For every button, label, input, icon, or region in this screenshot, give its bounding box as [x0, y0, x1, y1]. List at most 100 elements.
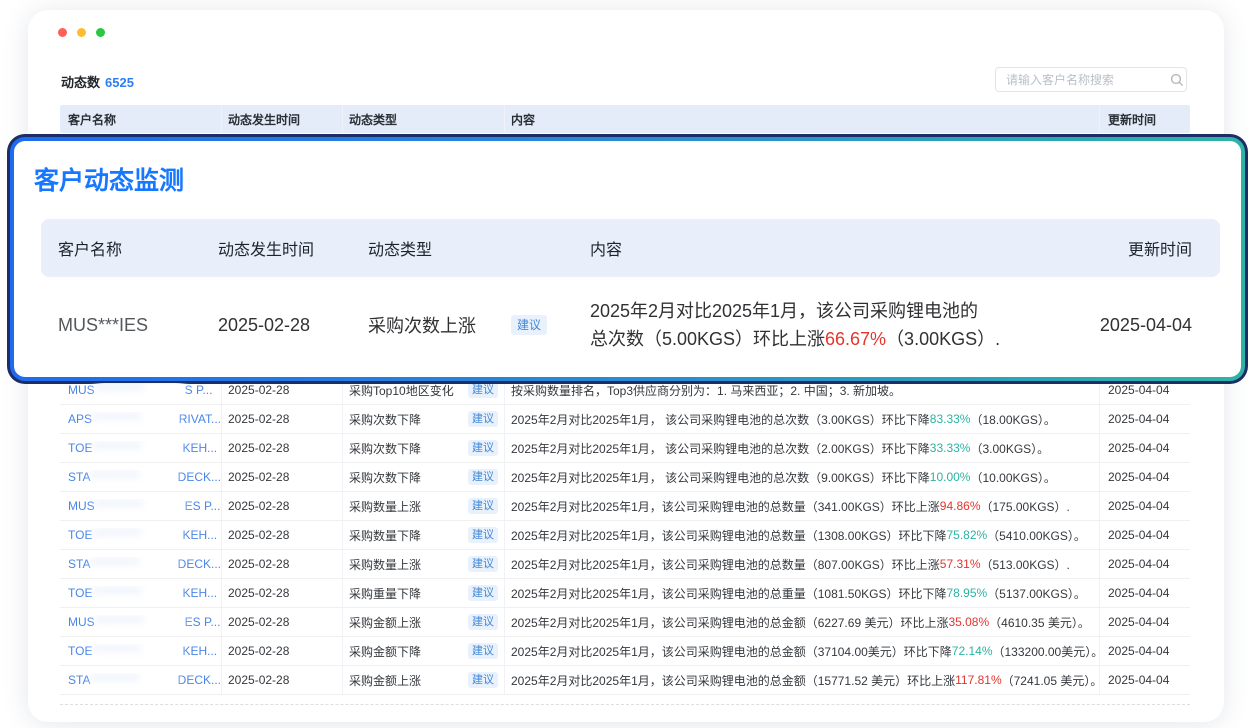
suggestion-badge: 建议 [468, 672, 498, 688]
customer-name-link[interactable]: MUS******ES P... [68, 499, 220, 513]
table-header-row: 客户名称 动态发生时间 动态类型 内容 更新时间 [60, 105, 1190, 133]
highlight-callout-card: 客户动态监测 客户名称 动态发生时间 动态类型 内容 更新时间 MUS***IE… [7, 134, 1248, 384]
customer-name-link[interactable]: TOE******KEH... [68, 528, 217, 542]
callout-update-time: 2025-04-04 [1100, 315, 1220, 336]
masked-name-segment: ****** [94, 644, 180, 658]
update-time-cell: 2025-04-04 [1100, 434, 1190, 462]
suggestion-badge: 建议 [468, 585, 498, 601]
update-time-cell: 2025-04-04 [1100, 579, 1190, 607]
event-type-cell: 采购金额下降 建议 [343, 637, 505, 665]
update-time-cell: 2025-04-04 [1100, 550, 1190, 578]
update-time-cell: 2025-04-04 [1100, 608, 1190, 636]
masked-name-segment: ****** [94, 586, 180, 600]
callout-data-row: MUS***IES 2025-02-28 采购次数上涨 建议 2025年2月对比… [41, 277, 1220, 373]
content-cell: 2025年2月对比2025年1月， 该公司采购锂电池的总次数（2.00KGS）环… [505, 434, 1100, 462]
dynamics-count-label: 动态数 [61, 75, 100, 90]
customer-name-link[interactable]: TOE******KEH... [68, 644, 217, 658]
search-input[interactable] [996, 68, 1167, 91]
event-time-cell: 2025-02-28 [222, 521, 343, 549]
percentage-highlight: 33.33% [930, 441, 971, 455]
content-cell: 2025年2月对比2025年1月，该公司采购锂电池的总金额（15771.52 美… [505, 666, 1100, 694]
masked-name-segment: ****** [97, 615, 183, 629]
column-header-update: 更新时间 [1100, 105, 1190, 133]
customer-name-link[interactable]: TOE******KEH... [68, 441, 217, 455]
column-header-content: 内容 [505, 105, 1100, 133]
column-header-customer: 客户名称 [60, 105, 222, 133]
customer-search [995, 67, 1187, 92]
update-time-cell: 2025-04-04 [1100, 521, 1190, 549]
content-cell: 2025年2月对比2025年1月， 该公司采购锂电池的总次数（3.00KGS）环… [505, 405, 1100, 433]
event-type-cell: 采购重量下降 建议 [343, 579, 505, 607]
suggestion-badge: 建议 [468, 440, 498, 456]
callout-column-time: 动态发生时间 [218, 236, 368, 260]
masked-name-segment: ****** [92, 470, 175, 484]
customer-name-link[interactable]: TOE******KEH... [68, 586, 217, 600]
table-row: MUS******ES P... 2025-02-28 采购金额上涨 建议 20… [60, 608, 1190, 637]
masked-name-segment: ****** [92, 673, 175, 687]
event-type-cell: 采购金额上涨 建议 [343, 608, 505, 636]
content-cell: 2025年2月对比2025年1月，该公司采购锂电池的总金额（37104.00美元… [505, 637, 1100, 665]
update-time-cell: 2025-04-04 [1100, 463, 1190, 491]
content-cell: 2025年2月对比2025年1月，该公司采购锂电池的总数量（1308.00KGS… [505, 521, 1100, 549]
table-row: TOE******KEH... 2025-02-28 采购次数下降 建议 202… [60, 434, 1190, 463]
content-cell: 2025年2月对比2025年1月，该公司采购锂电池的总数量（341.00KGS）… [505, 492, 1100, 520]
event-time-cell: 2025-02-28 [222, 550, 343, 578]
masked-name-segment: ****** [97, 383, 183, 397]
callout-event-time: 2025-02-28 [218, 315, 368, 336]
event-time-cell: 2025-02-28 [222, 637, 343, 665]
percentage-highlight: 78.95% [946, 586, 987, 600]
callout-column-update: 更新时间 [1100, 236, 1220, 260]
masked-name-segment: ****** [97, 499, 183, 513]
customer-name-link[interactable]: APS******RIVAT... [68, 412, 221, 426]
dynamics-count-value: 6525 [105, 75, 134, 90]
customer-name-link[interactable]: STA******DECK... [68, 673, 221, 687]
event-time-cell: 2025-02-28 [222, 666, 343, 694]
customer-name-link[interactable]: STA******DECK... [68, 470, 221, 484]
customer-name-link[interactable]: MUS******S P... [68, 383, 212, 397]
callout-event-type: 采购次数上涨 [368, 312, 476, 338]
customer-name-link[interactable]: MUS******ES P... [68, 615, 220, 629]
percentage-highlight: 117.81% [955, 673, 1001, 687]
suggestion-badge: 建议 [468, 614, 498, 630]
masked-name-segment: ****** [92, 557, 175, 571]
update-time-cell: 2025-04-04 [1100, 637, 1190, 665]
event-time-cell: 2025-02-28 [222, 405, 343, 433]
suggestion-badge: 建议 [468, 498, 498, 514]
event-type-cell: 采购次数下降 建议 [343, 405, 505, 433]
update-time-cell: 2025-04-04 [1100, 492, 1190, 520]
suggestion-badge: 建议 [468, 556, 498, 572]
suggestion-badge: 建议 [468, 382, 498, 398]
event-time-cell: 2025-02-28 [222, 463, 343, 491]
table-row: STA******DECK... 2025-02-28 采购金额上涨 建议 20… [60, 666, 1190, 695]
content-cell: 2025年2月对比2025年1月， 该公司采购锂电池的总次数（9.00KGS）环… [505, 463, 1100, 491]
table-row: APS******RIVAT... 2025-02-28 采购次数下降 建议 2… [60, 405, 1190, 434]
callout-column-customer: 客户名称 [58, 236, 218, 260]
maximize-window-button[interactable] [96, 28, 105, 37]
event-type-cell: 采购金额上涨 建议 [343, 666, 505, 694]
update-time-cell: 2025-04-04 [1100, 405, 1190, 433]
table-row: TOE******KEH... 2025-02-28 采购金额下降 建议 202… [60, 637, 1190, 666]
update-time-cell: 2025-04-04 [1100, 666, 1190, 694]
table-row: STA******DECK... 2025-02-28 采购次数下降 建议 20… [60, 463, 1190, 492]
callout-column-type: 动态类型 [368, 236, 590, 260]
search-icon[interactable] [1167, 73, 1186, 87]
event-time-cell: 2025-02-28 [222, 492, 343, 520]
callout-customer-name: MUS***IES [58, 315, 218, 336]
callout-body: 客户动态监测 客户名称 动态发生时间 动态类型 内容 更新时间 MUS***IE… [14, 141, 1241, 377]
masked-name-segment: ****** [94, 412, 177, 426]
percentage-highlight: 72.14% [952, 644, 993, 658]
event-type-cell: 采购次数下降 建议 [343, 434, 505, 462]
suggestion-badge: 建议 [468, 411, 498, 427]
minimize-window-button[interactable] [77, 28, 86, 37]
table-row: TOE******KEH... 2025-02-28 采购重量下降 建议 202… [60, 579, 1190, 608]
event-time-cell: 2025-02-28 [222, 579, 343, 607]
customer-name-link[interactable]: STA******DECK... [68, 557, 221, 571]
masked-name-segment: ****** [94, 441, 180, 455]
event-time-cell: 2025-02-28 [222, 434, 343, 462]
suggestion-badge: 建议 [468, 643, 498, 659]
event-type-cell: 采购数量上涨 建议 [343, 550, 505, 578]
column-header-type: 动态类型 [343, 105, 505, 133]
close-window-button[interactable] [58, 28, 67, 37]
callout-content: 2025年2月对比2025年1月，该公司采购锂电池的 总次数（5.00KGS）环… [590, 297, 1100, 353]
percentage-highlight: 83.33% [930, 412, 971, 426]
